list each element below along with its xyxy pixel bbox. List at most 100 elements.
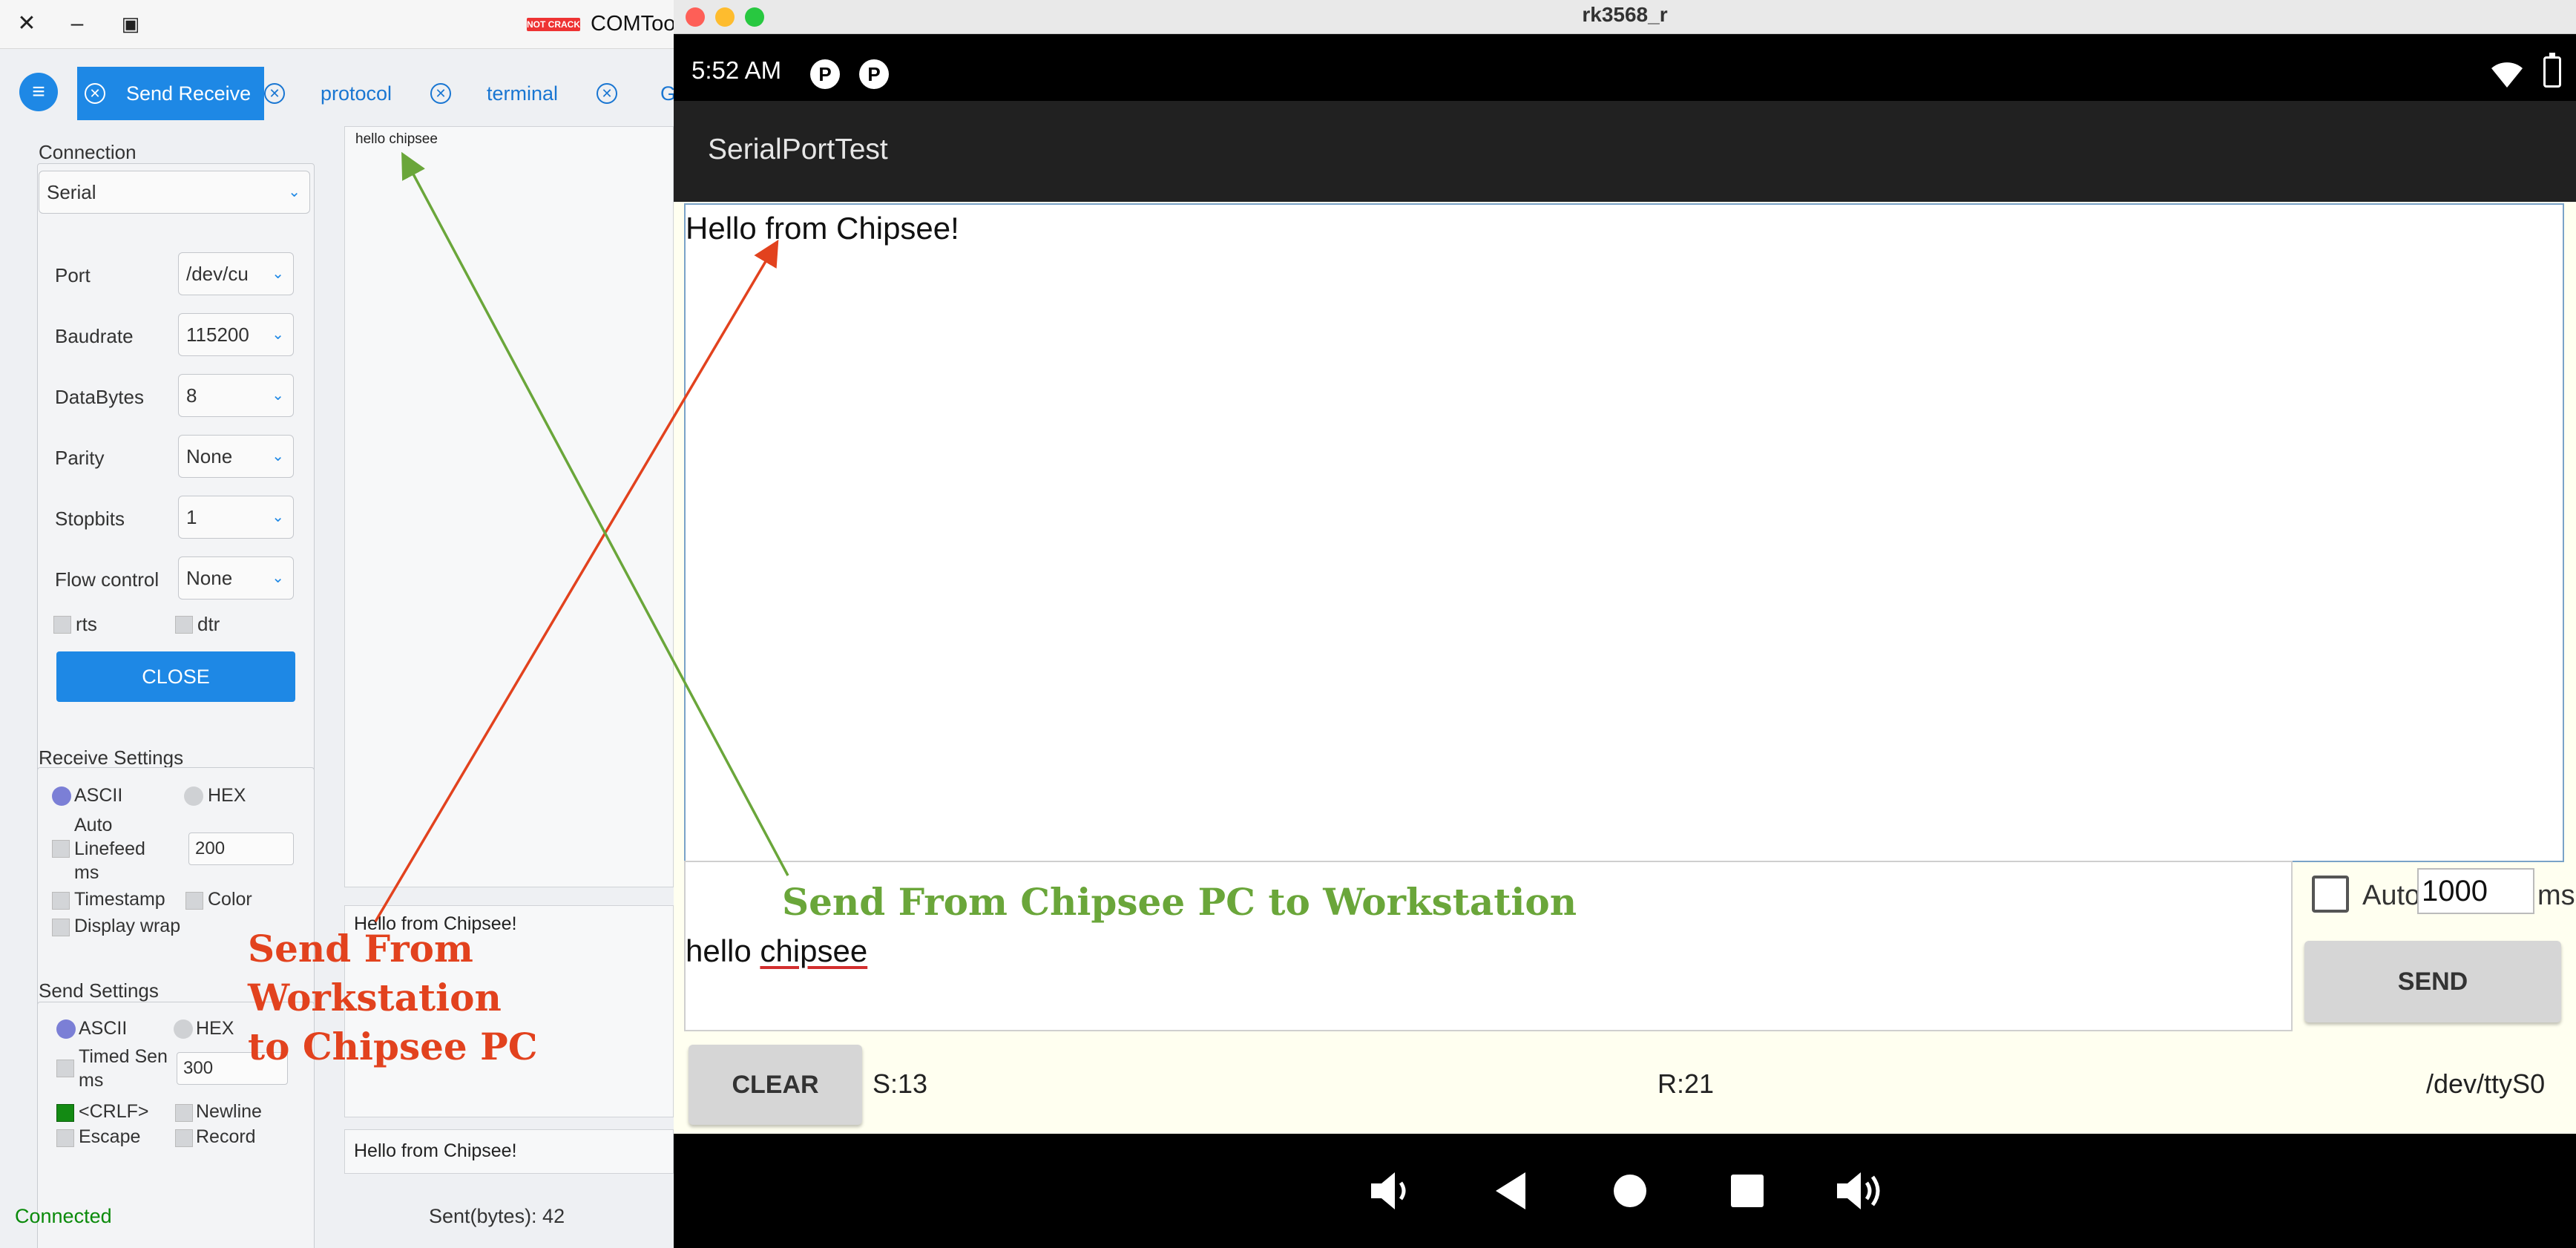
chevron-down-icon: ⌄	[272, 326, 284, 343]
volume-up-icon[interactable]	[1834, 1165, 1886, 1217]
recents-icon[interactable]	[1721, 1165, 1773, 1217]
flow-control-select[interactable]: None ⌄	[178, 556, 294, 600]
flow-control-value: None	[186, 567, 233, 589]
back-icon[interactable]	[1485, 1165, 1537, 1217]
tab-label: G	[660, 82, 674, 105]
connection-title: Connection	[39, 141, 137, 163]
tab-terminal[interactable]: ✕ terminal	[429, 67, 592, 120]
chevron-down-icon: ⌄	[272, 266, 284, 282]
comtool-statusbar: Connected Sent(bytes): 42	[0, 1195, 674, 1239]
auto-linefeed-input[interactable]: 200	[188, 832, 294, 865]
comtool-tabbar: ≡ ✕ Send Receive ✕ protocol ✕ terminal ✕…	[0, 65, 674, 122]
connection-type-select[interactable]: Serial ⌄	[39, 171, 310, 214]
close-tab-icon[interactable]: ✕	[264, 83, 285, 104]
newline-label: Newline	[196, 1101, 262, 1122]
close-tab-icon[interactable]: ✕	[597, 83, 617, 104]
timestamp-checkbox[interactable]	[52, 892, 70, 910]
auto-linefeed-label-3: ms	[74, 862, 99, 883]
chevron-down-icon: ⌄	[272, 509, 284, 525]
stopbits-value: 1	[186, 506, 197, 528]
timed-send-label-1: Timed Sen	[79, 1046, 168, 1067]
send-ascii-label: ASCII	[79, 1018, 128, 1039]
baudrate-select[interactable]: 115200 ⌄	[178, 313, 294, 356]
clock: 5:52 AM	[691, 56, 782, 84]
tab-protocol[interactable]: ✕ protocol	[264, 67, 421, 120]
workstation-to-chipsee-annotation: Send From Workstation to Chipsee PC	[248, 924, 574, 1071]
received-data-area[interactable]: Hello from Chipsee!	[684, 203, 2564, 862]
close-port-button[interactable]: CLOSE	[56, 651, 295, 702]
clear-button[interactable]: CLEAR	[689, 1045, 862, 1125]
battery-icon	[2543, 53, 2561, 88]
port-label: Port	[55, 264, 91, 286]
close-tab-icon[interactable]: ✕	[85, 83, 105, 104]
send-word-2: chipsee	[760, 933, 868, 968]
tab-g[interactable]: ✕ G	[597, 67, 674, 120]
annotation-line: Send From	[248, 927, 473, 971]
received-text: Hello from Chipsee!	[686, 211, 959, 246]
android-navbar	[674, 1134, 2576, 1248]
send-input-text: hello chipsee	[686, 933, 867, 969]
maximize-window-icon[interactable]: ▣	[116, 9, 145, 39]
chevron-down-icon: ⌄	[288, 184, 300, 200]
record-checkbox[interactable]	[175, 1129, 193, 1147]
display-wrap-label: Display wrap	[74, 916, 181, 936]
app-content: Hello from Chipsee! hello chipsee Auto 1…	[674, 202, 2576, 1134]
timed-send-checkbox[interactable]	[56, 1060, 74, 1077]
send-button[interactable]: SEND	[2304, 941, 2561, 1022]
receive-settings-title: Receive Settings	[39, 746, 184, 769]
receive-ascii-radio[interactable]	[52, 786, 71, 806]
dtr-checkbox[interactable]	[175, 616, 193, 634]
tab-label: Send Receive	[126, 82, 252, 105]
crlf-label: <CRLF>	[79, 1101, 149, 1122]
rts-checkbox[interactable]	[53, 616, 71, 634]
escape-checkbox[interactable]	[56, 1129, 74, 1147]
close-tab-icon[interactable]: ✕	[430, 83, 451, 104]
send-history-text: Hello from Chipsee!	[354, 1140, 517, 1161]
databytes-label: DataBytes	[55, 386, 144, 408]
app-toolbar: SerialPortTest	[674, 101, 2576, 202]
auto-interval-input[interactable]: 1000	[2417, 868, 2534, 914]
chevron-down-icon: ⌄	[272, 387, 284, 404]
emulator-title: rk3568_r	[1582, 3, 1668, 26]
connection-type-value: Serial	[47, 181, 96, 203]
menu-icon[interactable]: ≡	[19, 73, 58, 111]
receive-hex-radio[interactable]	[184, 786, 203, 806]
connection-status: Connected	[15, 1205, 112, 1227]
home-icon[interactable]	[1604, 1165, 1656, 1217]
baudrate-label: Baudrate	[55, 325, 134, 347]
stopbits-select[interactable]: 1 ⌄	[178, 496, 294, 539]
minimize-window-icon[interactable]: –	[62, 9, 92, 39]
comtool-titlebar: ✕ – ▣ NOT CRACK COMTool	[0, 0, 680, 49]
send-ascii-radio[interactable]	[56, 1019, 76, 1039]
send-history-item[interactable]: Hello from Chipsee!	[344, 1129, 674, 1174]
baudrate-value: 115200	[186, 324, 249, 346]
receive-ascii-label: ASCII	[74, 785, 123, 806]
timestamp-label: Timestamp	[74, 889, 165, 910]
color-label: Color	[208, 889, 252, 910]
close-window-icon[interactable]: ✕	[12, 9, 42, 39]
auto-send-checkbox[interactable]	[2312, 876, 2349, 913]
auto-send-label: Auto	[2362, 880, 2421, 911]
volume-down-icon[interactable]	[1365, 1165, 1417, 1217]
port-select[interactable]: /dev/cu ⌄	[178, 252, 294, 295]
color-checkbox[interactable]	[185, 892, 203, 910]
emulator-titlebar: rk3568_r	[674, 0, 2576, 34]
auto-linefeed-checkbox[interactable]	[52, 840, 70, 858]
stopbits-label: Stopbits	[55, 508, 125, 530]
android-statusbar: 5:52 AM P P	[674, 34, 2576, 101]
comtool-logo: NOT CRACK	[527, 18, 580, 31]
newline-checkbox[interactable]	[175, 1104, 193, 1122]
auto-linefeed-label-1: Auto	[74, 815, 113, 835]
tab-label: protocol	[321, 82, 392, 105]
send-hex-radio[interactable]	[174, 1019, 193, 1039]
parity-select[interactable]: None ⌄	[178, 435, 294, 478]
device-path: /dev/ttyS0	[2426, 1068, 2546, 1099]
receive-textarea[interactable]: hello chipsee	[344, 126, 674, 887]
tab-label: terminal	[487, 82, 559, 105]
display-wrap-checkbox[interactable]	[52, 919, 70, 936]
crlf-checkbox[interactable]	[56, 1104, 74, 1122]
app-title: SerialPortTest	[708, 134, 888, 165]
databytes-select[interactable]: 8 ⌄	[178, 374, 294, 417]
rts-label: rts	[76, 613, 97, 635]
tab-send-receive[interactable]: ✕ Send Receive	[77, 67, 264, 120]
